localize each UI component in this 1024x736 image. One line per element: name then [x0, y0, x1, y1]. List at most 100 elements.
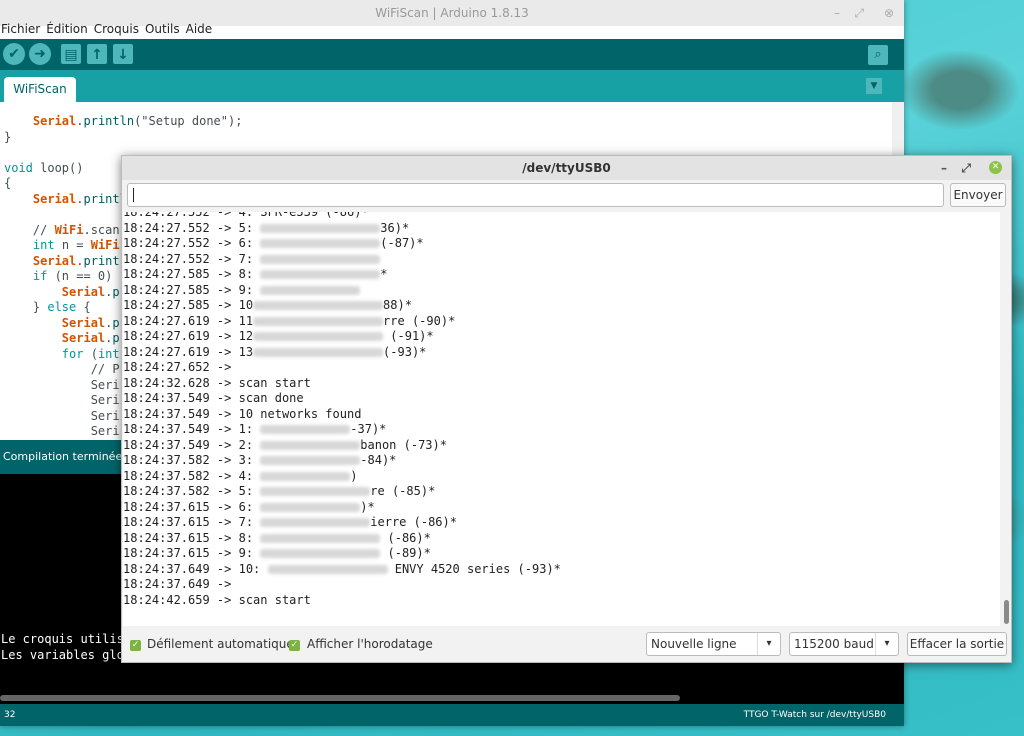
serial-line-text: 18:24:27.619 -> 13	[123, 344, 254, 359]
serial-output-line: 18:24:37.649 ->	[123, 577, 239, 593]
code-line: {	[4, 176, 12, 190]
serial-line-text: 18:24:32.628 -> scan start	[123, 375, 311, 390]
redacted-ssid	[260, 285, 361, 295]
serial-line-text: 18:24:37.549 -> 1:	[123, 422, 261, 436]
serial-monitor-window: /dev/ttyUSB0 – ⤢ ✕ Envoyer 18:24:27.552 …	[121, 155, 1012, 663]
serial-output[interactable]: 18:24:27.552 -> 4: SFR-e339 (-86)* 18:24:…	[123, 212, 1000, 626]
menu-item-1[interactable]: Édition	[46, 22, 88, 36]
serial-output-line: 18:24:37.615 -> 7: ierre (-86)*	[123, 515, 457, 531]
menu-item-3[interactable]: Outils	[145, 22, 180, 36]
serial-line-text: 18:24:27.585 -> 8:	[123, 267, 261, 281]
serial-line-text: 18:24:37.615 -> 9:	[123, 546, 261, 560]
serial-output-line: 18:24:37.582 -> 5: re (-85)*	[123, 484, 435, 500]
redacted-ssid	[253, 301, 384, 310]
serial-line-text: 18:24:37.582 -> 4:	[123, 468, 261, 483]
console-line: Les variables glo	[1, 648, 124, 662]
redacted-ssid	[267, 564, 388, 574]
send-button[interactable]: Envoyer	[950, 183, 1006, 207]
code-line: Serial.p	[61, 284, 120, 299]
serial-output-line: 18:24:37.649 -> 10: ENVY 4520 series (-9…	[123, 562, 561, 578]
ide-window-title: WiFiScan | Arduino 1.8.13	[375, 6, 529, 20]
serial-line-text: )	[350, 468, 358, 483]
menu-item-2[interactable]: Croquis	[94, 22, 139, 36]
redacted-ssid	[260, 254, 381, 264]
serial-line-text: 18:24:27.619 -> 12	[123, 329, 254, 343]
output-scrollbar[interactable]	[1004, 600, 1009, 624]
serial-line-text: (-91)*	[383, 329, 434, 343]
serial-line-text: 36)*	[380, 220, 410, 235]
line-number: 32	[4, 710, 16, 720]
serial-monitor-footer: ✓ Défilement automatique ✓ Afficher l'ho…	[122, 627, 1011, 662]
redacted-ssid	[260, 487, 371, 496]
code-line: for (int	[61, 346, 120, 361]
serial-output-line: 18:24:27.552 -> 4: SFR-e339 (-86)*	[123, 212, 369, 221]
serial-output-line: 18:24:27.619 -> 12 (-91)*	[123, 329, 434, 345]
redacted-ssid	[253, 347, 384, 357]
board-port: TTGO T-Watch sur /dev/ttyUSB0	[743, 710, 886, 720]
new-sketch-icon[interactable]: ▤	[61, 44, 81, 64]
serial-monitor-title: /dev/ttyUSB0	[522, 161, 611, 175]
menu-item-4[interactable]: Aide	[186, 22, 213, 36]
close-icon[interactable]: ⊗	[884, 0, 894, 26]
save-sketch-icon[interactable]: ↓	[113, 44, 133, 64]
restore-icon[interactable]: ⤢	[961, 156, 971, 180]
serial-output-line: 18:24:37.615 -> 6: )*	[123, 500, 375, 516]
console-scrollbar[interactable]	[0, 695, 680, 701]
verify-icon[interactable]: ✔	[3, 43, 25, 65]
code-line: Serial.p	[61, 315, 120, 330]
code-line: Serial.print	[32, 253, 120, 268]
serial-line-text: -37)*	[350, 422, 387, 436]
serial-output-line: 18:24:27.585 -> 10 88)*	[123, 298, 412, 314]
code-line: // WiFi.scan	[4, 222, 120, 237]
serial-output-line: 18:24:37.549 -> 10 networks found	[123, 407, 361, 423]
code-line: Seri	[4, 377, 120, 392]
autoscroll-checkbox[interactable]: ✓	[130, 640, 141, 651]
serial-line-text: (-93)*	[383, 344, 427, 359]
minimize-icon[interactable]: –	[834, 0, 840, 26]
serial-input-field[interactable]	[127, 183, 944, 207]
serial-monitor-title-bar: /dev/ttyUSB0 – ⤢	[122, 156, 1011, 180]
maximize-icon[interactable]: ⤢	[854, 0, 864, 26]
line-ending-select[interactable]: Nouvelle ligne ▾	[646, 632, 781, 656]
baud-rate-select[interactable]: 115200 baud ▾	[789, 632, 899, 656]
redacted-ssid	[260, 456, 361, 465]
menu-item-0[interactable]: Fichier	[1, 22, 40, 36]
serial-line-text: 18:24:27.585 -> 10	[123, 298, 254, 312]
upload-icon[interactable]: ➜	[29, 43, 51, 65]
close-icon[interactable]: ✕	[989, 161, 1002, 174]
code-line: // P	[4, 362, 120, 376]
minimize-icon[interactable]: –	[941, 156, 947, 180]
tab-menu-chevron-icon[interactable]: ▼	[866, 78, 882, 94]
serial-output-line: 18:24:27.619 -> 13 (-93)*	[123, 345, 426, 361]
tab-wifiscan[interactable]: WiFiScan	[4, 77, 76, 102]
serial-line-text: -84)*	[360, 453, 397, 467]
redacted-ssid	[260, 440, 361, 450]
code-line: if (n == 0)	[32, 269, 120, 283]
serial-line-text: banon (-73)*	[360, 437, 447, 452]
chevron-down-icon: ▾	[757, 633, 780, 655]
redacted-ssid	[253, 332, 384, 341]
serial-output-line: 18:24:37.582 -> 3: -84)*	[123, 453, 396, 469]
serial-line-text: )*	[360, 499, 375, 514]
serial-output-line: 18:24:37.582 -> 4: )	[123, 469, 358, 485]
code-line: Seri	[4, 424, 120, 438]
redacted-ssid	[260, 223, 381, 233]
serial-output-line: 18:24:27.552 -> 7:	[123, 252, 381, 268]
serial-line-text: 18:24:42.659 -> scan start	[123, 592, 311, 607]
ide-footer: 32 TTGO T-Watch sur /dev/ttyUSB0	[0, 704, 904, 726]
timestamp-checkbox[interactable]: ✓	[289, 640, 300, 651]
serial-line-text: 18:24:37.615 -> 6:	[123, 499, 261, 514]
code-line: Seri	[4, 393, 120, 407]
code-line: } else {	[4, 300, 91, 314]
open-sketch-icon[interactable]: ↑	[87, 44, 107, 64]
serial-line-text: 18:24:37.615 -> 8:	[123, 530, 261, 545]
serial-line-text: 18:24:27.585 -> 9:	[123, 282, 261, 297]
serial-output-line: 18:24:27.552 -> 6: (-87)*	[123, 236, 424, 252]
serial-output-line: 18:24:42.659 -> scan start	[123, 593, 311, 609]
code-line: Seri	[4, 408, 120, 423]
serial-line-text: 18:24:27.552 -> 4: SFR-e339 (-86)*	[123, 212, 369, 219]
clear-output-button[interactable]: Effacer la sortie	[907, 632, 1007, 656]
serial-monitor-icon[interactable]: ⌕	[868, 45, 888, 65]
code-line: void loop()	[4, 160, 84, 175]
serial-line-text: 18:24:37.549 -> 2:	[123, 437, 261, 452]
